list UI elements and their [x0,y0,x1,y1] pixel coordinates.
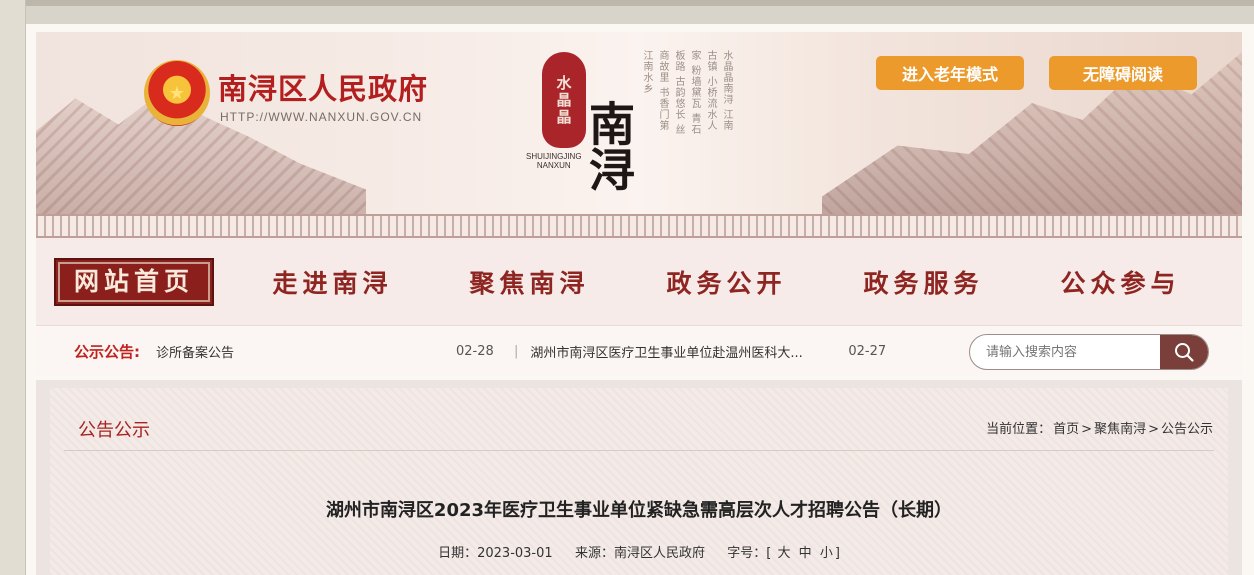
content-panel: 公告公示 当前位置： 首页 > 聚焦南浔 > 公告公示 湖州市南浔区2023年医疗卫生事业… [36,380,1242,575]
article-area: 公告公示 当前位置： 首页 > 聚焦南浔 > 公告公示 湖州市南浔区2023年医疗卫生事业… [50,388,1228,575]
fontsize-label: 字号： [727,546,767,561]
notice-link[interactable]: 诊所备案公告 [156,342,456,361]
notice-link[interactable]: 湖州市南浔区医疗卫生事业单位赴温州医科大... [530,342,840,361]
search-box [969,334,1209,370]
nav-item-gov-open[interactable]: 政务公开 [628,264,825,300]
elder-mode-button[interactable]: 进入老年模式 [876,56,1024,90]
fret-border [36,214,1242,238]
fontsize-large-button[interactable]: 大 [776,546,793,561]
nav-item-gov-service[interactable]: 政务服务 [825,264,1022,300]
notice-bar: 公示公告: 诊所备案公告 02-28 | 湖州市南浔区医疗卫生事业单位赴温州医科… [36,327,1242,375]
main-nav: 网站首页 走进南浔 聚焦南浔 政务公开 政务服务 公众参与 [36,238,1242,326]
divider [64,450,1214,451]
section-title: 公告公示 [78,420,150,441]
article-date: 2023-03-01 [477,546,553,561]
search-input[interactable] [970,335,1160,369]
article-meta: 日期：2023-03-01 来源：南浔区人民政府 字号：[ 大 中 小] [50,542,1228,561]
breadcrumb-item-current[interactable]: 公告公示 [1161,422,1213,437]
search-icon [1175,343,1194,362]
site-url: HTTP://WWW.NANXUN.GOV.CN [220,110,423,124]
logo-seal: 水晶晶 [542,52,586,148]
fontsize-bracket-open: [ [766,546,772,561]
article-source: 南浔区人民政府 [613,546,705,561]
search-button[interactable] [1160,335,1208,369]
nav-item-home[interactable]: 网站首页 [54,257,214,306]
breadcrumb-item-home[interactable]: 首页 [1053,422,1079,437]
source-label: 来源： [574,546,614,561]
nav-item-explore[interactable]: 走进南浔 [234,264,431,300]
notice-date: 02-27 [848,343,887,359]
notice-label: 公示公告: [74,342,140,361]
banner-poem: 水晶晶南浔 江南古镇 小桥流水人家 粉墙黛瓦 青石板路 古韵悠长 丝商故里 书香… [641,50,732,136]
breadcrumb-item-focus[interactable]: 聚焦南浔 [1094,422,1146,437]
notice-separator: | [514,343,519,359]
national-emblem-icon: ★ [144,60,210,126]
notice-date: 02-28 [456,343,494,359]
window-top-edge [0,0,1254,6]
article-title: 湖州市南浔区2023年医疗卫生事业单位紧缺急需高层次人才招聘公告（长期） [325,500,953,521]
accessible-reading-button[interactable]: 无障碍阅读 [1049,56,1197,90]
window-left-edge [0,0,26,575]
fontsize-medium-button[interactable]: 中 [797,546,814,561]
fontsize-small-button[interactable]: 小 [818,546,835,561]
breadcrumb: 当前位置： 首页 > 聚焦南浔 > 公告公示 [986,422,1213,437]
breadcrumb-prefix: 当前位置： [986,422,1052,437]
header-banner: ★ 南浔区人民政府 HTTP://WWW.NANXUN.GOV.CN 水晶晶 S… [36,32,1242,224]
page: ★ 南浔区人民政府 HTTP://WWW.NANXUN.GOV.CN 水晶晶 S… [26,24,1254,575]
nav-item-public[interactable]: 公众参与 [1022,264,1219,300]
logo-latin-text: SHUIJINGJING NANXUN [526,152,582,170]
nav-item-focus[interactable]: 聚焦南浔 [431,264,628,300]
fontsize-bracket-close: ] [834,546,840,561]
logo-calligraphy: 南浔 [582,100,636,192]
date-label: 日期： [438,546,478,561]
site-title[interactable]: 南浔区人民政府 [218,66,428,108]
